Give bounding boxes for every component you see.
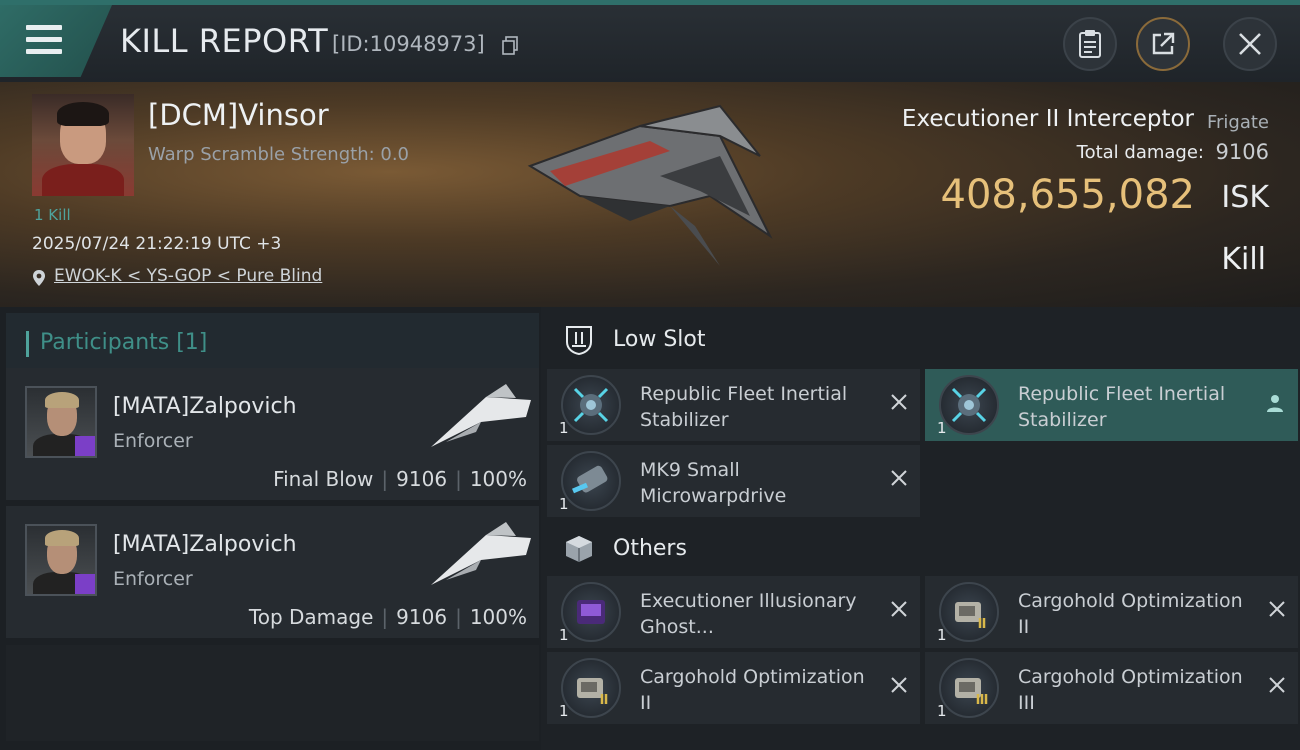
clipboard-button[interactable] xyxy=(1063,17,1117,71)
kill-count: 1 Kill xyxy=(34,206,71,224)
participants-title: Participants [1] xyxy=(40,330,208,355)
cube-icon xyxy=(566,536,592,562)
victim-portrait[interactable] xyxy=(32,94,134,196)
outcome-label: Kill xyxy=(1221,242,1266,277)
fitting-item[interactable]: 1 Republic Fleet Inertial Stabilizer xyxy=(547,369,920,441)
victim-banner: [DCM]Vinsor Warp Scramble Strength: 0.0 … xyxy=(0,82,1300,307)
destroyed-x-icon xyxy=(1269,601,1285,617)
clipboard-icon xyxy=(1079,30,1101,58)
participants-panel: Participants [1] [MATA]Zalpovich Enforce… xyxy=(0,307,541,750)
participant-role: Enforcer xyxy=(113,430,193,452)
report-id: [ID:10948973] xyxy=(332,32,485,56)
fitting-item[interactable]: 1 Cargohold Optimization II xyxy=(925,576,1298,648)
share-icon xyxy=(1152,32,1175,55)
total-damage-label: Total damage: xyxy=(1076,142,1204,163)
destroyed-x-icon xyxy=(891,470,907,486)
participant-damage: 9106 xyxy=(396,605,448,629)
participant-stats: Final Blow | 9106 | 100% xyxy=(273,467,527,491)
participant-ship-icon xyxy=(431,522,531,585)
info-badge-icon xyxy=(75,574,95,594)
participant-stats: Top Damage | 9106 | 100% xyxy=(248,605,527,629)
inertial-stabilizer-icon xyxy=(939,375,999,435)
item-quantity: 1 xyxy=(937,626,947,644)
participant-percent: 100% xyxy=(469,467,527,491)
victim-ship-image[interactable] xyxy=(520,96,780,276)
victim-ship-name[interactable]: Executioner II Interceptor xyxy=(902,106,1194,132)
item-name: MK9 Small Microwarpdrive xyxy=(640,459,787,507)
participant-ship-icon xyxy=(431,384,531,447)
fitting-item[interactable]: 1 Cargohold Optimization II xyxy=(547,652,920,724)
warp-scramble-strength: Warp Scramble Strength: 0.0 xyxy=(148,144,410,165)
isk-value: 408,655,082 xyxy=(940,172,1195,218)
item-name: Cargohold Optimization III xyxy=(1018,666,1243,714)
participant-card[interactable]: [MATA]Zalpovich Enforcer Top Damage | 9106… xyxy=(6,506,539,638)
close-icon xyxy=(1239,33,1261,55)
item-quantity: 1 xyxy=(937,419,947,437)
item-quantity: 1 xyxy=(937,702,947,720)
participant-role: Enforcer xyxy=(113,568,193,590)
destroyed-x-icon xyxy=(891,601,907,617)
cargohold-rig-icon xyxy=(561,658,621,718)
participant-name: [MATA]Zalpovich xyxy=(113,394,297,419)
fittings-panel: Low Slot 1 Republic Fleet Inertial Stabi… xyxy=(541,307,1300,750)
item-quantity: 1 xyxy=(559,626,569,644)
low-slot-title: Low Slot xyxy=(613,327,706,352)
victim-name[interactable]: [DCM]Vinsor xyxy=(148,98,329,132)
cargohold-rig-icon xyxy=(939,582,999,642)
participant-damage: 9106 xyxy=(396,467,448,491)
cargohold-rig-icon xyxy=(939,658,999,718)
info-badge-icon xyxy=(75,436,95,456)
fitting-item[interactable]: 1 Executioner Illusionary Ghost... xyxy=(547,576,920,648)
participant-name: [MATA]Zalpovich xyxy=(113,532,297,557)
participant-label: Final Blow xyxy=(273,467,374,491)
person-icon xyxy=(1267,395,1283,412)
item-name: Cargohold Optimization II xyxy=(1018,590,1243,638)
participants-header: Participants [1] xyxy=(6,313,539,373)
destroyed-x-icon xyxy=(891,677,907,693)
kill-location-link[interactable]: EWOK-K < YS-GOP < Pure Blind xyxy=(54,266,322,286)
inertial-stabilizer-icon xyxy=(561,375,621,435)
share-button[interactable] xyxy=(1136,17,1190,71)
location-pin-icon xyxy=(33,270,45,286)
page-title: KILL REPORT xyxy=(120,22,329,60)
header-bar: KILL REPORT [ID:10948973] xyxy=(0,0,1300,82)
copy-icon[interactable] xyxy=(502,36,518,55)
ship-skin-icon xyxy=(561,582,621,642)
fitting-item[interactable]: 1 MK9 Small Microwarpdrive xyxy=(547,445,920,517)
destroyed-x-icon xyxy=(891,394,907,410)
item-name: Republic Fleet Inertial Stabilizer xyxy=(1018,383,1226,431)
menu-icon xyxy=(26,25,62,55)
item-name: Executioner Illusionary Ghost... xyxy=(640,590,857,638)
participant-label: Top Damage xyxy=(248,605,374,629)
microwarpdrive-icon xyxy=(561,451,621,511)
kill-timestamp: 2025/07/24 21:22:19 UTC +3 xyxy=(32,234,282,254)
others-title: Others xyxy=(613,536,687,561)
item-name: Cargohold Optimization II xyxy=(640,666,865,714)
item-quantity: 1 xyxy=(559,419,569,437)
fitting-item[interactable]: 1 Republic Fleet Inertial Stabilizer xyxy=(925,369,1298,441)
participants-empty-area xyxy=(6,645,539,741)
fitting-item[interactable]: 1 Cargohold Optimization III xyxy=(925,652,1298,724)
header-accent-line xyxy=(0,0,1300,5)
item-name: Republic Fleet Inertial Stabilizer xyxy=(640,383,848,431)
total-damage-value: 9106 xyxy=(1215,140,1269,164)
participant-card[interactable]: [MATA]Zalpovich Enforcer Final Blow | 9106… xyxy=(6,368,539,500)
menu-button[interactable] xyxy=(0,5,112,77)
victim-ship-class: Frigate xyxy=(1206,112,1269,133)
participant-avatar[interactable] xyxy=(25,524,97,596)
item-quantity: 1 xyxy=(559,702,569,720)
participant-avatar[interactable] xyxy=(25,386,97,458)
item-quantity: 1 xyxy=(559,495,569,513)
close-button[interactable] xyxy=(1223,17,1277,71)
destroyed-x-icon xyxy=(1269,677,1285,693)
low-slot-icon xyxy=(566,326,592,356)
isk-unit: ISK xyxy=(1221,180,1269,215)
participant-percent: 100% xyxy=(469,605,527,629)
